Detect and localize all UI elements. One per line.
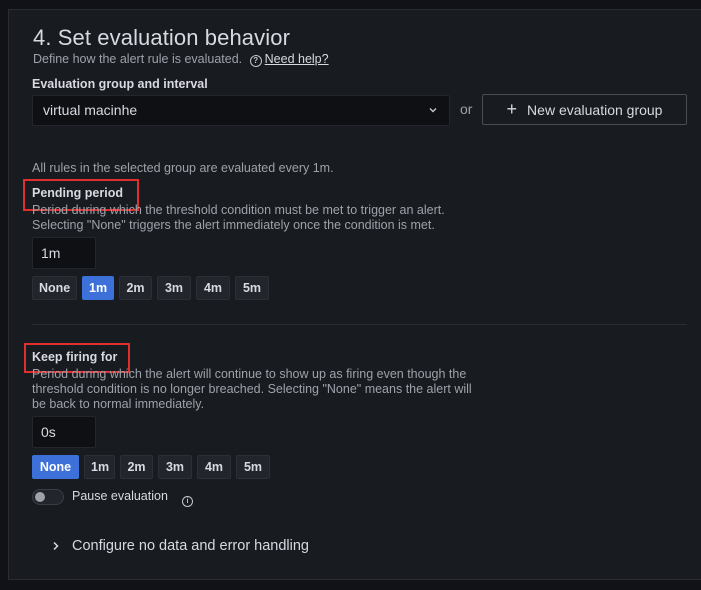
keep-firing-option-none[interactable]: None <box>32 455 79 479</box>
pending-option-5m[interactable]: 5m <box>235 276 269 300</box>
section-description: Define how the alert rule is evaluated. <box>33 52 243 66</box>
group-interval-info: All rules in the selected group are eval… <box>32 161 334 175</box>
evaluation-group-label: Evaluation group and interval <box>32 77 208 91</box>
pause-info-wrapper[interactable]: i <box>182 490 193 508</box>
pending-option-3m[interactable]: 3m <box>157 276 191 300</box>
keep-firing-options: None 1m 2m 3m 4m 5m <box>32 455 270 479</box>
need-help-link[interactable]: Need help? <box>265 52 329 66</box>
pending-period-options: None 1m 2m 3m 4m 5m <box>32 276 269 300</box>
keep-firing-option-3m[interactable]: 3m <box>158 455 192 479</box>
pending-period-input[interactable]: 1m <box>32 237 96 269</box>
pending-option-none[interactable]: None <box>32 276 77 300</box>
keep-firing-description-3: be back to normal immediately. <box>32 397 205 411</box>
new-evaluation-group-button[interactable]: + New evaluation group <box>482 94 687 125</box>
pending-period-description-1: Period during which the threshold condit… <box>32 203 445 217</box>
pending-period-description-2: Selecting "None" triggers the alert imme… <box>32 218 435 232</box>
or-text: or <box>460 101 473 117</box>
pause-evaluation-label: Pause evaluation <box>72 489 168 503</box>
evaluation-group-value: virtual macinhe <box>43 102 138 118</box>
new-evaluation-group-label: New evaluation group <box>527 101 663 118</box>
chevron-down-icon <box>429 108 437 113</box>
section-title: 4. Set evaluation behavior <box>33 25 290 50</box>
keep-firing-description-1: Period during which the alert will conti… <box>32 367 467 381</box>
configure-no-data-toggle[interactable]: Configure no data and error handling <box>72 538 309 554</box>
help-circle-icon: ? <box>249 55 262 67</box>
toggle-knob <box>35 492 45 502</box>
pending-option-4m[interactable]: 4m <box>196 276 230 300</box>
section-divider <box>32 324 687 325</box>
keep-firing-option-1m[interactable]: 1m <box>84 455 115 479</box>
info-icon: i <box>182 496 193 507</box>
section-description-row: Define how the alert rule is evaluated. … <box>33 52 329 67</box>
keep-firing-option-2m[interactable]: 2m <box>120 455 153 479</box>
keep-firing-input[interactable]: 0s <box>32 416 96 448</box>
plus-icon: + <box>506 98 518 119</box>
pending-period-label: Pending period <box>32 186 123 200</box>
pending-option-1m[interactable]: 1m <box>82 276 114 300</box>
keep-firing-option-5m[interactable]: 5m <box>236 455 270 479</box>
evaluation-group-select[interactable]: virtual macinhe <box>32 95 450 126</box>
chevron-right-icon[interactable] <box>50 540 62 552</box>
keep-firing-option-4m[interactable]: 4m <box>197 455 231 479</box>
pending-option-2m[interactable]: 2m <box>119 276 152 300</box>
keep-firing-label: Keep firing for <box>32 350 118 364</box>
pause-evaluation-toggle[interactable] <box>32 489 64 505</box>
keep-firing-description-2: threshold condition is no longer breache… <box>32 382 472 396</box>
